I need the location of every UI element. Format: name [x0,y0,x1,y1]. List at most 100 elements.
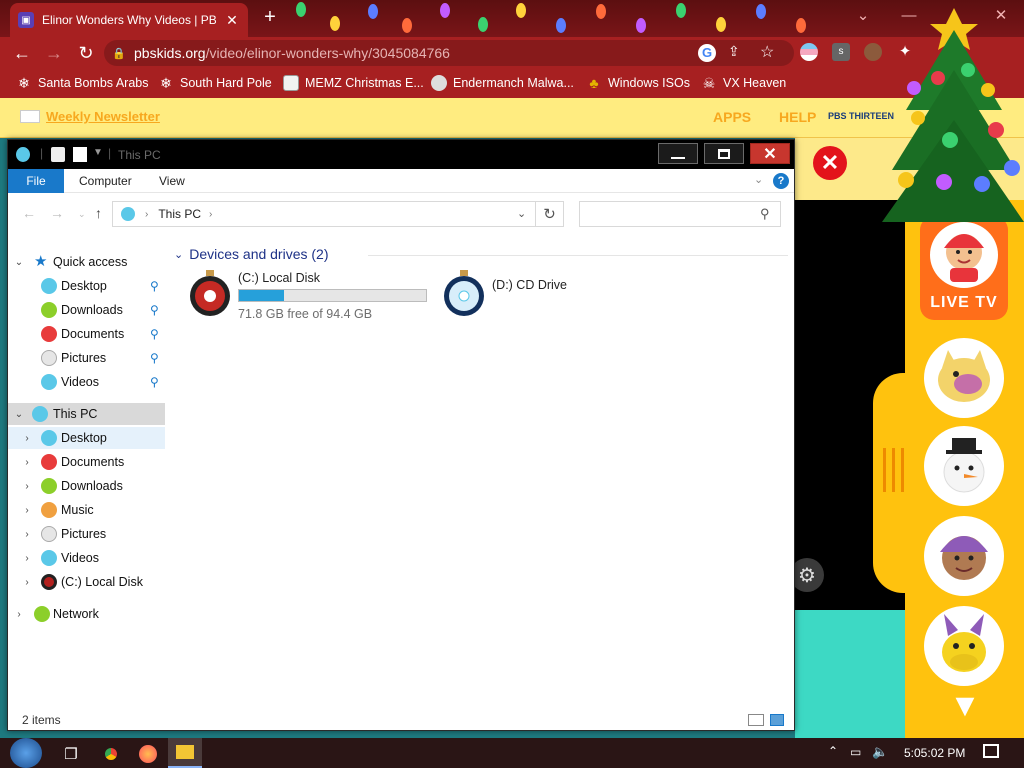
quick-access-dropdown-icon[interactable]: ▼ [93,147,103,158]
expand-chevron-icon[interactable]: ⌄ [13,409,25,420]
forward-arrow-icon[interactable]: → [42,41,66,65]
tab-file[interactable]: File [8,169,64,193]
pin-icon[interactable]: ⚲ [150,279,164,293]
collapse-chevron-icon[interactable]: › [21,481,33,492]
nav-quick-downloads[interactable]: Downloads ⚲ [8,299,165,321]
light-bulb-decoration [402,18,412,33]
help-icon[interactable]: ? [773,173,789,189]
group-header[interactable]: ⌄ Devices and drives (2) [174,246,329,262]
collapse-chevron-icon[interactable]: › [21,433,33,444]
address-dropdown-icon[interactable]: ⌄ [517,207,526,220]
nav-quick-videos[interactable]: Videos ⚲ [8,371,165,393]
nav-pc-documents[interactable]: › Documents [8,451,165,473]
nav-pc-music[interactable]: › Music [8,499,165,521]
url-path: /video/elinor-wonders-why/3045084766 [205,45,450,61]
help-link[interactable]: HELP [779,109,816,125]
new-tab-button[interactable]: + [258,6,282,30]
collapse-chevron-icon[interactable]: › [21,529,33,540]
drive-c-item[interactable]: (C:) Local Disk 71.8 GB free of 94.4 GB [188,269,438,325]
details-view-icon[interactable] [748,714,764,726]
chrome-taskbar-icon[interactable] [98,742,124,766]
clock[interactable]: 5:05:02 PM [904,746,965,760]
nav-pc-desktop[interactable]: › Desktop [8,427,165,449]
maximize-icon [718,148,730,159]
firefox-taskbar-icon[interactable] [135,742,161,766]
maximize-button[interactable] [704,143,744,164]
tab-computer[interactable]: Computer [79,169,132,193]
nav-quick-access[interactable]: ⌄ ★ Quick access [8,251,165,273]
start-button[interactable] [10,738,42,768]
bookmark-item[interactable]: ☠ VX Heaven [701,75,787,91]
nav-quick-desktop[interactable]: Desktop ⚲ [8,275,165,297]
apps-link[interactable]: APPS [713,109,751,125]
rail-scroll-down-icon[interactable]: ▼ [945,689,985,721]
bookmark-item[interactable]: MEMZ Christmas E... [283,75,424,91]
nav-pc-downloads[interactable]: › Downloads [8,475,165,497]
volume-icon[interactable]: 🔈 [872,744,888,760]
google-translate-icon[interactable]: G [698,44,716,62]
collapse-chevron-icon[interactable]: › [21,577,33,588]
bookmark-item[interactable]: ❄ Santa Bombs Arabs [16,75,148,91]
file-explorer-taskbar-icon[interactable] [168,738,202,768]
bookmark-item[interactable]: Endermanch Malwa... [431,75,574,91]
address-box[interactable]: › This PC › ⌄ [112,201,536,227]
collapse-chevron-icon[interactable]: › [21,505,33,516]
tab-view[interactable]: View [159,169,185,193]
collapse-chevron-icon[interactable]: › [21,457,33,468]
notifications-icon[interactable] [983,744,999,758]
new-folder-icon[interactable] [73,147,87,162]
nav-pc-pictures[interactable]: › Pictures [8,523,165,545]
reload-icon[interactable]: ↻ [74,41,98,65]
explorer-titlebar[interactable]: | ▼ | This PC ✕ [8,140,794,169]
bookmark-star-icon[interactable]: ☆ [760,42,774,62]
pin-icon[interactable]: ⚲ [150,351,164,365]
extension-flag-icon[interactable] [800,43,818,61]
recent-locations-chevron-icon[interactable]: ⌄ [78,209,86,220]
nav-quick-pictures[interactable]: Pictures ⚲ [8,347,165,369]
drive-d-item[interactable]: (D:) CD Drive [442,269,592,325]
task-view-icon[interactable]: ❐ [58,742,84,766]
close-video-button[interactable]: ✕ [813,146,847,180]
pin-icon[interactable]: ⚲ [150,303,164,317]
breadcrumb-this-pc[interactable]: This PC [158,207,201,221]
show-nature-cat-button[interactable] [924,338,1004,418]
tray-expand-chevron-icon[interactable]: ⌃ [828,744,838,758]
collapse-chevron-icon[interactable]: › [13,609,25,620]
share-icon[interactable]: ⇪ [728,43,740,60]
nav-quick-documents[interactable]: Documents ⚲ [8,323,165,345]
show-elinor-button[interactable] [924,516,1004,596]
address-bar[interactable]: 🔒 pbskids.org/video/elinor-wonders-why/3… [104,40,794,66]
pin-icon[interactable]: ⚲ [150,327,164,341]
pin-icon[interactable]: ⚲ [150,375,164,389]
show-snowman-button[interactable] [924,426,1004,506]
back-arrow-icon[interactable]: ← [22,205,36,221]
search-input[interactable]: ⚲ [579,201,781,227]
expand-chevron-icon[interactable]: ⌄ [13,257,25,268]
file-explorer-window[interactable]: | ▼ | This PC ✕ File Computer View ⌄ ? ←… [7,139,795,731]
show-donkey-hodie-button[interactable] [924,606,1004,686]
large-icons-view-icon[interactable] [770,714,784,726]
minimize-button[interactable] [658,143,698,164]
up-arrow-icon[interactable]: ↑ [95,205,102,221]
nav-pc-videos[interactable]: › Videos [8,547,165,569]
item-count: 2 items [22,713,61,727]
properties-icon[interactable] [51,147,65,162]
settings-gear-icon[interactable]: ⚙ [790,558,824,592]
group-collapse-chevron-icon[interactable]: ⌄ [174,248,183,261]
collapse-chevron-icon[interactable]: › [21,553,33,564]
close-button[interactable]: ✕ [750,143,790,164]
network-icon[interactable]: ▭ [850,745,861,759]
browser-tab-active[interactable]: ▣ Elinor Wonders Why Videos | PBS ✕ [10,3,248,37]
extension-s-icon[interactable]: s [832,43,850,61]
back-arrow-icon[interactable]: ← [10,41,34,65]
ribbon-expand-chevron-icon[interactable]: ⌄ [754,173,763,186]
nav-this-pc[interactable]: ⌄ This PC [8,403,165,425]
bookmark-item[interactable]: ❄ South Hard Pole [158,75,272,91]
bookmark-item[interactable]: ♣ Windows ISOs [586,75,690,91]
nav-network[interactable]: › Network [8,603,165,625]
forward-arrow-icon[interactable]: → [50,205,64,221]
tab-close-icon[interactable]: ✕ [224,12,240,29]
refresh-button[interactable]: ↻ [536,201,564,227]
nav-pc-local-disk[interactable]: › (C:) Local Disk [8,571,165,593]
weekly-newsletter-link[interactable]: Weekly Newsletter [20,109,160,124]
